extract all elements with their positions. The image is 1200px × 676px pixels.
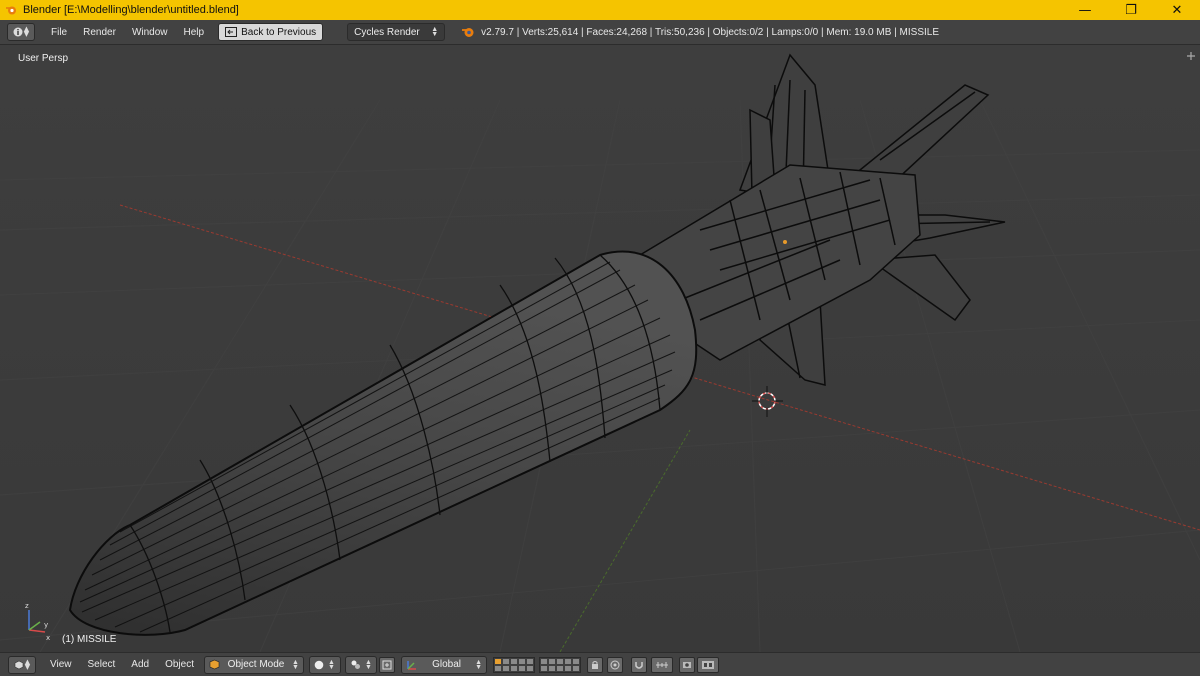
active-object-label: (1) MISSILE — [62, 634, 117, 645]
menu-add[interactable]: Add — [123, 659, 157, 670]
updown-arrows-icon: ▲ ▼ — [431, 26, 439, 38]
menu-help[interactable]: Help — [176, 27, 213, 38]
close-button[interactable]: ✕ — [1154, 0, 1200, 20]
menu-object[interactable]: Object — [157, 659, 202, 670]
window-controls: — ❐ ✕ — [1062, 0, 1200, 20]
updown-arrows-icon: ▲ ▼ — [475, 658, 482, 671]
info-header: ▲ ▼ File Render Window Help Back to Previ… — [0, 20, 1200, 45]
snap-magnet-icon — [635, 661, 643, 669]
menu-render[interactable]: Render — [75, 27, 124, 38]
back-to-previous-button[interactable]: Back to Previous — [218, 23, 324, 41]
mode-dropdown[interactable]: Object Mode ▲ ▼ — [204, 655, 304, 674]
menu-window[interactable]: Window — [124, 27, 176, 38]
updown-arrows-icon: ▲ ▼ — [23, 25, 30, 38]
updown-arrows-icon: ▲ ▼ — [24, 657, 31, 671]
render-image-icon — [683, 661, 691, 668]
object-origin-dot — [783, 240, 787, 244]
svg-text:y: y — [44, 621, 48, 629]
transform-orientation-dropdown[interactable]: Global ▲ ▼ — [401, 655, 487, 674]
viewport-scene: z y x — [0, 45, 1200, 652]
render-engine-value: Cycles Render — [354, 26, 420, 38]
view-menu: View Select Add Object — [42, 659, 202, 670]
mode-value: Object Mode — [227, 659, 285, 670]
window-titlebar: Blender [E:\Modelling\blender\untitled.b… — [0, 0, 1200, 20]
manipulator-toggle[interactable] — [379, 656, 395, 673]
svg-text:z: z — [25, 602, 29, 610]
orientation-value: Global — [432, 659, 461, 670]
snap-element-dropdown[interactable] — [651, 656, 673, 673]
layer-buttons-1[interactable] — [493, 656, 535, 673]
snap-increment-icon — [656, 661, 668, 668]
proportional-edit-icon — [610, 660, 620, 669]
updown-arrows-icon: ▲ ▼ — [292, 658, 299, 671]
window-title: Blender [E:\Modelling\blender\untitled.b… — [23, 4, 239, 16]
back-to-previous-label: Back to Previous — [241, 26, 317, 38]
scene-stats: v2.79.7 | Verts:25,614 | Faces:24,268 | … — [461, 26, 939, 38]
updown-arrows-icon: ▲ ▼ — [328, 658, 335, 671]
menu-view[interactable]: View — [42, 659, 80, 670]
menu-file[interactable]: File — [43, 27, 75, 38]
opengl-render-animation-button[interactable] — [697, 656, 719, 673]
axis-orientation-icon — [407, 660, 416, 670]
viewport-shading-dropdown[interactable]: ▲ ▼ — [309, 655, 341, 674]
region-expand-icon[interactable] — [1186, 51, 1196, 61]
lock-camera-toggle[interactable] — [587, 656, 603, 673]
solid-shading-icon — [314, 660, 324, 669]
manipulator-icon — [382, 660, 392, 669]
blender-logo-icon — [6, 6, 16, 15]
3d-viewport[interactable]: z y x User Persp (1) MISSILE — [0, 45, 1200, 652]
view-perspective-label: User Persp — [18, 53, 69, 64]
editor-type-selector[interactable]: ▲ ▼ — [8, 655, 36, 674]
object-mode-cube-icon — [209, 659, 220, 670]
render-engine-dropdown[interactable]: Cycles Render ▲ ▼ — [347, 23, 446, 41]
pivot-point-icon — [351, 660, 360, 669]
pivot-point-dropdown[interactable]: ▲ ▼ — [345, 655, 377, 674]
screen-back-icon — [225, 27, 238, 37]
snap-toggle[interactable] — [631, 656, 647, 673]
render-animation-icon — [702, 660, 714, 669]
scene-stats-text: v2.79.7 | Verts:25,614 | Faces:24,268 | … — [481, 26, 939, 38]
maximize-button[interactable]: ❐ — [1108, 0, 1154, 20]
menu-select[interactable]: Select — [80, 659, 124, 670]
info-icon — [13, 27, 23, 37]
proportional-edit-toggle[interactable] — [607, 656, 623, 673]
minimize-button[interactable]: — — [1062, 0, 1108, 20]
info-menu: File Render Window Help — [43, 27, 212, 38]
layers-lock-icon — [592, 660, 598, 669]
opengl-render-button[interactable] — [679, 656, 695, 673]
3d-view-header: ▲ ▼ View Select Add Object Object Mode ▲ ▼… — [0, 652, 1200, 676]
updown-arrows-icon: ▲ ▼ — [365, 658, 372, 671]
layer-buttons-2[interactable] — [539, 656, 581, 673]
svg-text:x: x — [46, 634, 50, 642]
blender-logo-icon — [462, 28, 474, 37]
editor-type-selector[interactable]: ▲ ▼ — [7, 23, 35, 41]
cube-view-icon — [14, 660, 24, 669]
